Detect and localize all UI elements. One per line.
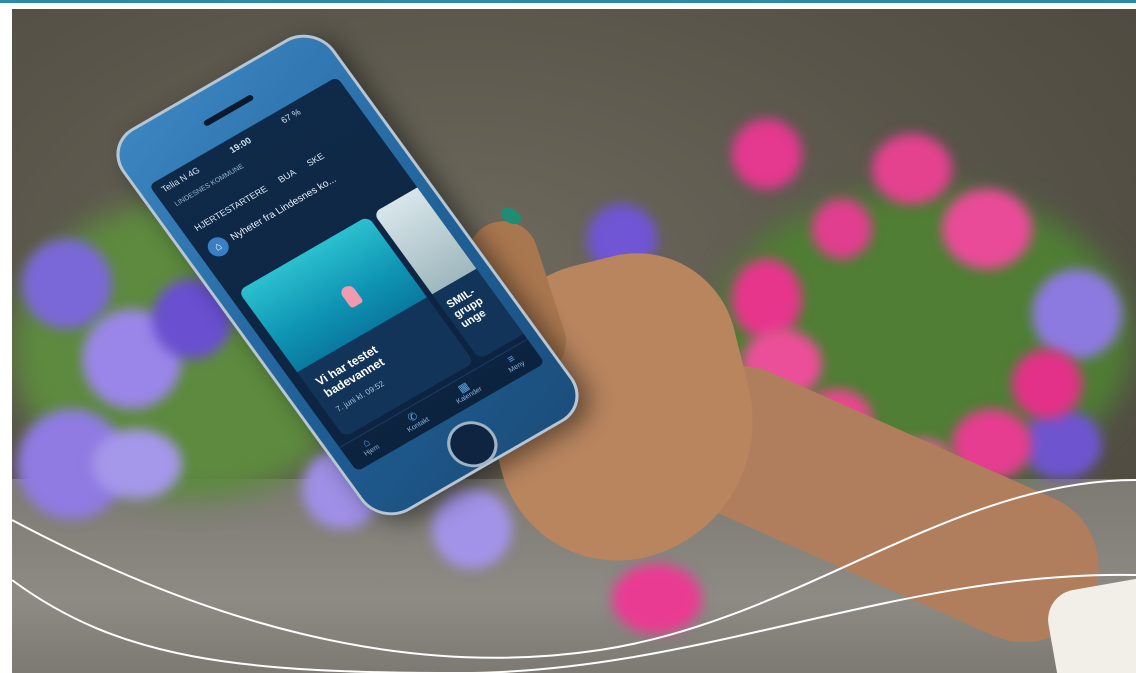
curve-line [11, 573, 1136, 673]
scene: Telia N 4G 19:00 67 % LINDESNES KOMMUNE … [0, 0, 1136, 673]
decorative-curves [11, 479, 1136, 673]
curve-line [11, 479, 1136, 659]
